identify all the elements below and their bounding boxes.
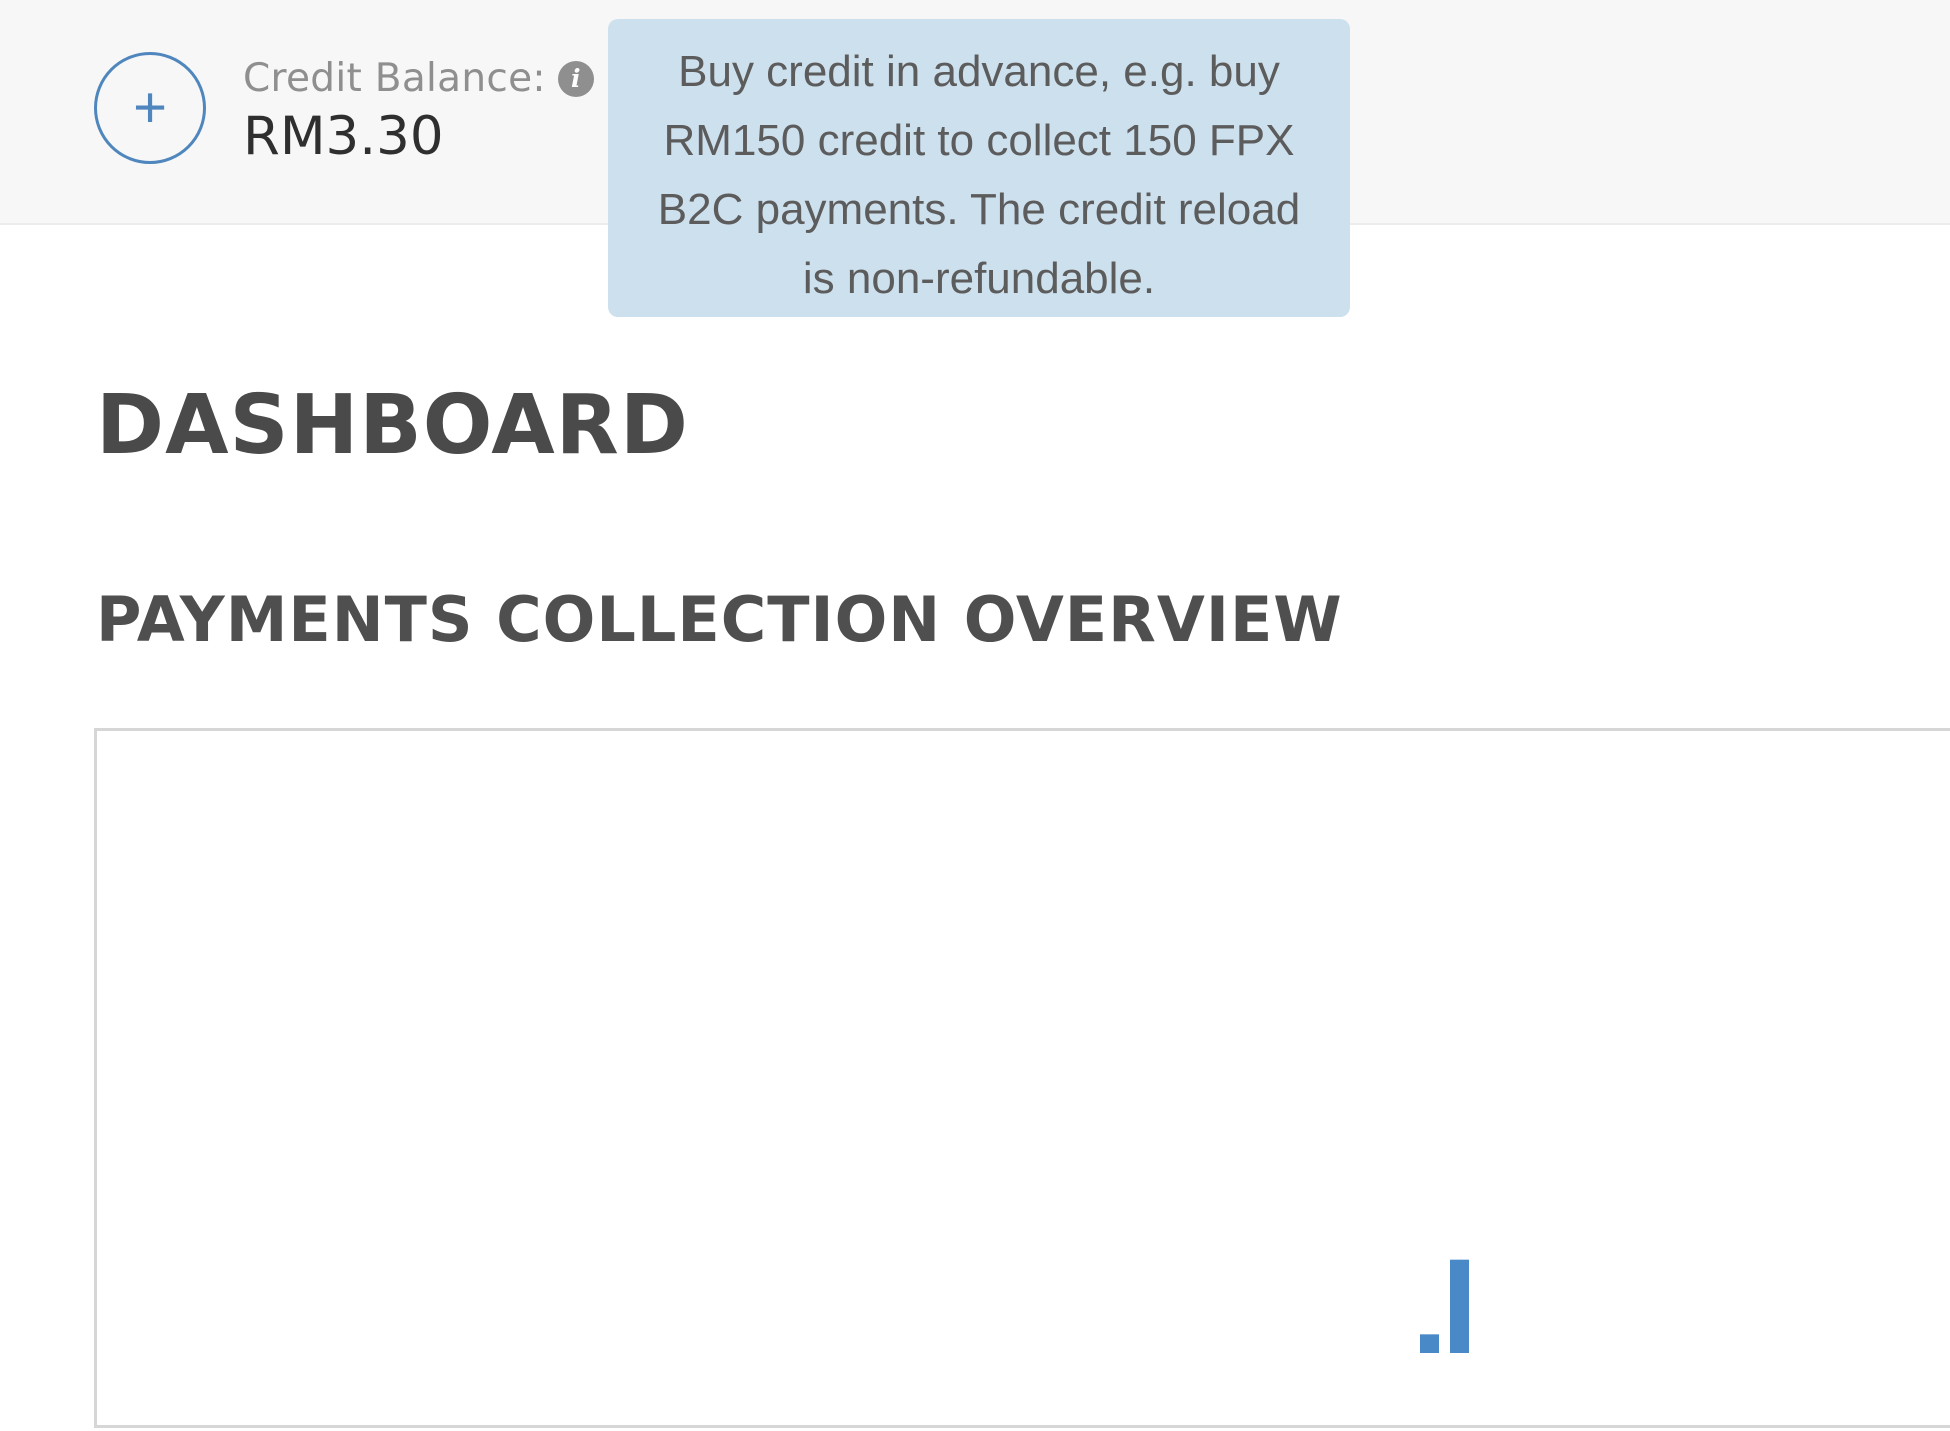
add-credit-button[interactable]: + bbox=[94, 52, 206, 164]
credit-balance-label-text: Credit Balance: bbox=[243, 56, 546, 101]
payments-chart-panel bbox=[94, 728, 1950, 1428]
chart-bar bbox=[1450, 1259, 1469, 1353]
plus-icon: + bbox=[133, 75, 167, 140]
section-title: PAYMENTS COLLECTION OVERVIEW bbox=[96, 583, 1343, 656]
credit-info-tooltip: Buy credit in advance, e.g. buy RM150 cr… bbox=[608, 19, 1350, 317]
chart-bar bbox=[1420, 1334, 1439, 1353]
info-icon[interactable]: i bbox=[557, 60, 594, 97]
payments-chart bbox=[1420, 1259, 1469, 1353]
page-title: DASHBOARD bbox=[96, 378, 689, 473]
credit-balance-label: Credit Balance: i bbox=[243, 56, 594, 101]
credit-balance-value: RM3.30 bbox=[243, 106, 444, 167]
